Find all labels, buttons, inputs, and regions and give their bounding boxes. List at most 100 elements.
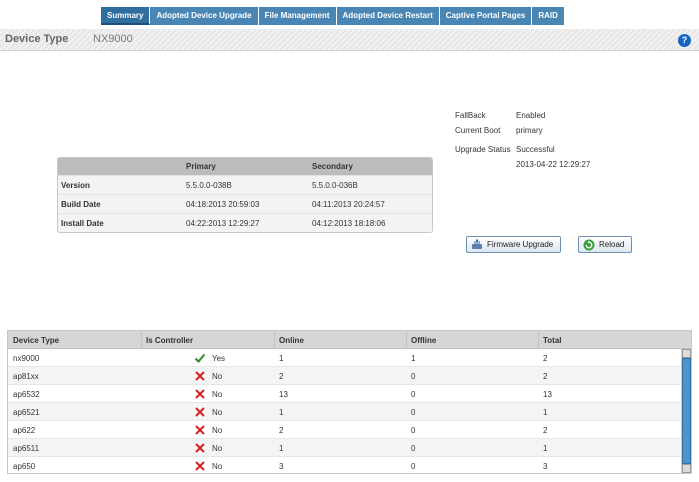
- reload-icon: [583, 239, 595, 250]
- is-controller-cell: Yes: [194, 352, 225, 364]
- version-table: Primary Secondary Version 5.5.0.0-038B 5…: [57, 157, 433, 233]
- header-secondary: Secondary: [312, 162, 353, 171]
- total-cell: 2: [543, 426, 548, 435]
- fallback-value: Enabled: [516, 111, 546, 120]
- is-controller-text: No: [212, 443, 223, 453]
- is-controller-cell: No: [194, 388, 222, 400]
- tab-captive-portal-pages[interactable]: Captive Portal Pages: [439, 7, 533, 25]
- version-row: Version 5.5.0.0-038B 5.5.0.0-036B: [58, 175, 432, 194]
- upgrade-status-value: Successful: [516, 145, 555, 154]
- table-row[interactable]: ap622 No 2 0 2: [8, 421, 691, 439]
- table-row[interactable]: ap81xx No 2 0 2: [8, 367, 691, 385]
- total-cell: 1: [543, 444, 548, 453]
- table-scrollbar[interactable]: [681, 349, 691, 473]
- online-cell: 3: [279, 462, 284, 471]
- online-cell: 1: [279, 444, 284, 453]
- device-type-cell: ap6532: [13, 390, 40, 399]
- online-cell: 13: [279, 390, 288, 399]
- primary-value: 04:22:2013 12:29:27: [186, 219, 260, 228]
- is-controller-text: No: [212, 461, 223, 471]
- device-type-value: NX9000: [93, 33, 133, 45]
- header-is-controller[interactable]: Is Controller: [146, 336, 193, 345]
- fallback-label: FallBack: [455, 111, 486, 120]
- is-controller-cell: No: [194, 406, 222, 418]
- primary-value: 5.5.0.0-038B: [186, 181, 232, 190]
- online-cell: 1: [279, 354, 284, 363]
- tab-bar: Summary Adopted Device Upgrade File Mana…: [101, 7, 565, 25]
- offline-cell: 0: [411, 390, 416, 399]
- firmware-upgrade-label: Firmware Upgrade: [487, 240, 554, 249]
- secondary-value: 5.5.0.0-036B: [312, 181, 358, 190]
- total-cell: 1: [543, 408, 548, 417]
- firmware-upgrade-button[interactable]: Firmware Upgrade: [466, 236, 562, 253]
- version-table-header: Primary Secondary: [58, 158, 432, 175]
- cross-icon: [195, 371, 205, 381]
- is-controller-cell: No: [194, 460, 222, 472]
- table-row[interactable]: nx9000 Yes 1 1 2: [8, 349, 691, 367]
- online-cell: 2: [279, 372, 284, 381]
- device-type-cell: nx9000: [13, 354, 40, 363]
- row-label: Version: [61, 181, 90, 190]
- is-controller-cell: No: [194, 370, 222, 382]
- firmware-icon: [472, 239, 482, 249]
- offline-cell: 0: [411, 462, 416, 471]
- tab-raid[interactable]: RAID: [532, 7, 565, 25]
- help-icon[interactable]: ?: [678, 34, 691, 47]
- is-controller-text: Yes: [212, 353, 226, 363]
- header-total[interactable]: Total: [543, 336, 562, 345]
- current-boot-label: Current Boot: [455, 126, 501, 135]
- cross-icon: [195, 461, 205, 471]
- device-type-bar: Device Type NX9000 ?: [0, 29, 699, 51]
- is-controller-text: No: [212, 389, 223, 399]
- online-cell: 2: [279, 426, 284, 435]
- cross-icon: [195, 389, 205, 399]
- offline-cell: 0: [411, 444, 416, 453]
- tab-summary[interactable]: Summary: [101, 7, 151, 25]
- cross-icon: [195, 407, 205, 417]
- cross-icon: [195, 425, 205, 435]
- row-label: Install Date: [61, 219, 104, 228]
- is-controller-text: No: [212, 425, 223, 435]
- header-device-type[interactable]: Device Type: [13, 336, 59, 345]
- device-rows: nx9000 Yes 1 1 2 ap81xx No 2 0 2 ap6532 No 13 0 13 ap65…: [8, 349, 691, 473]
- device-table: Device Type Is Controller Online Offline…: [7, 330, 692, 474]
- install-date-row: Install Date 04:22:2013 12:29:27 04:12:2…: [58, 213, 432, 232]
- column-divider: [274, 331, 275, 349]
- secondary-value: 04:11:2013 20:24:57: [312, 200, 385, 209]
- tab-adopted-device-restart[interactable]: Adopted Device Restart: [336, 7, 440, 25]
- total-cell: 2: [543, 354, 548, 363]
- build-date-row: Build Date 04:18:2013 20:59:03 04:11:201…: [58, 194, 432, 213]
- device-table-header: Device Type Is Controller Online Offline…: [8, 331, 691, 349]
- header-offline[interactable]: Offline: [411, 336, 436, 345]
- row-label: Build Date: [61, 200, 101, 209]
- scroll-down-arrow[interactable]: [682, 464, 691, 473]
- header-primary: Primary: [186, 162, 216, 171]
- device-type-label: Device Type: [5, 33, 69, 45]
- table-row[interactable]: ap6511 No 1 0 1: [8, 439, 691, 457]
- column-divider: [538, 331, 539, 349]
- secondary-value: 04:12:2013 18:18:06: [312, 219, 386, 228]
- offline-cell: 1: [411, 354, 416, 363]
- offline-cell: 0: [411, 426, 416, 435]
- device-type-cell: ap650: [13, 462, 36, 471]
- column-divider: [406, 331, 407, 349]
- device-type-cell: ap6511: [13, 444, 40, 453]
- primary-value: 04:18:2013 20:59:03: [186, 200, 260, 209]
- tab-file-management[interactable]: File Management: [258, 7, 337, 25]
- header-online[interactable]: Online: [279, 336, 304, 345]
- reload-button[interactable]: Reload: [578, 236, 633, 253]
- scroll-up-arrow[interactable]: [682, 349, 691, 358]
- is-controller-text: No: [212, 371, 223, 381]
- tab-adopted-device-upgrade[interactable]: Adopted Device Upgrade: [150, 7, 259, 25]
- is-controller-cell: No: [194, 424, 222, 436]
- table-row[interactable]: ap6521 No 1 0 1: [8, 403, 691, 421]
- is-controller-text: No: [212, 407, 223, 417]
- total-cell: 2: [543, 372, 548, 381]
- scroll-thumb[interactable]: [682, 358, 691, 464]
- table-row[interactable]: ap650 No 3 0 3: [8, 457, 691, 473]
- offline-cell: 0: [411, 372, 416, 381]
- is-controller-cell: No: [194, 442, 222, 454]
- device-type-cell: ap622: [13, 426, 36, 435]
- reload-label: Reload: [599, 240, 625, 249]
- table-row[interactable]: ap6532 No 13 0 13: [8, 385, 691, 403]
